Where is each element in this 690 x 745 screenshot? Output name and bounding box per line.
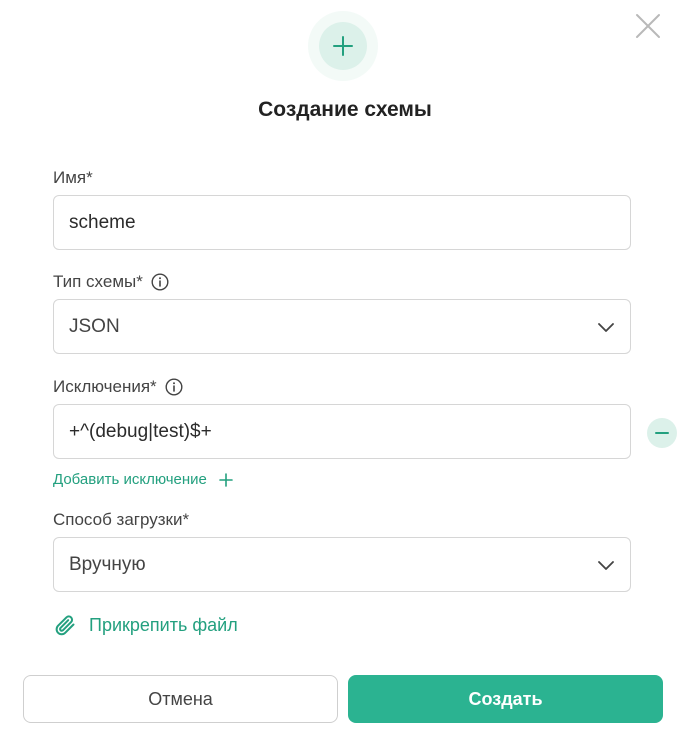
name-field[interactable] (53, 195, 631, 250)
upload-method-select[interactable]: Вручную (53, 537, 631, 592)
name-input[interactable] (69, 211, 589, 234)
info-icon[interactable] (151, 273, 169, 291)
minus-icon (655, 432, 669, 434)
cancel-button-label: Отмена (148, 688, 213, 709)
exclusion-input[interactable] (69, 420, 589, 443)
dialog-title: Создание схемы (258, 98, 432, 121)
cancel-button[interactable]: Отмена (23, 675, 338, 723)
remove-exclusion-button[interactable] (647, 418, 677, 448)
paperclip-icon (55, 615, 75, 636)
exclusions-label: Исключения* (53, 377, 183, 397)
attach-file-label: Прикрепить файл (89, 614, 238, 635)
add-exclusion-label: Добавить исключение (53, 471, 207, 488)
scheme-type-value: JSON (69, 315, 120, 337)
upload-method-label: Способ загрузки* (53, 510, 189, 530)
scheme-type-label-text: Тип схемы* (53, 272, 143, 291)
scheme-type-select[interactable]: JSON (53, 299, 631, 354)
name-label: Имя* (53, 168, 93, 188)
header-icon-badge (308, 11, 378, 81)
exclusions-label-text: Исключения* (53, 377, 157, 396)
upload-method-value: Вручную (69, 553, 146, 575)
attach-file-link[interactable]: Прикрепить файл (53, 613, 238, 637)
name-label-text: Имя* (53, 168, 93, 187)
create-button-label: Создать (468, 688, 543, 709)
chevron-down-icon (598, 323, 614, 332)
close-button[interactable] (633, 11, 663, 41)
scheme-type-label: Тип схемы* (53, 272, 169, 292)
close-icon (636, 14, 660, 38)
exclusion-field[interactable] (53, 404, 631, 459)
header-icon-circle (319, 22, 367, 70)
upload-method-label-text: Способ загрузки* (53, 510, 190, 529)
chevron-down-icon (598, 561, 614, 570)
create-button[interactable]: Создать (348, 675, 663, 723)
plus-icon (333, 36, 353, 56)
plus-icon (219, 472, 233, 487)
add-exclusion-button[interactable]: Добавить исключение (53, 471, 233, 488)
info-icon[interactable] (165, 378, 183, 396)
